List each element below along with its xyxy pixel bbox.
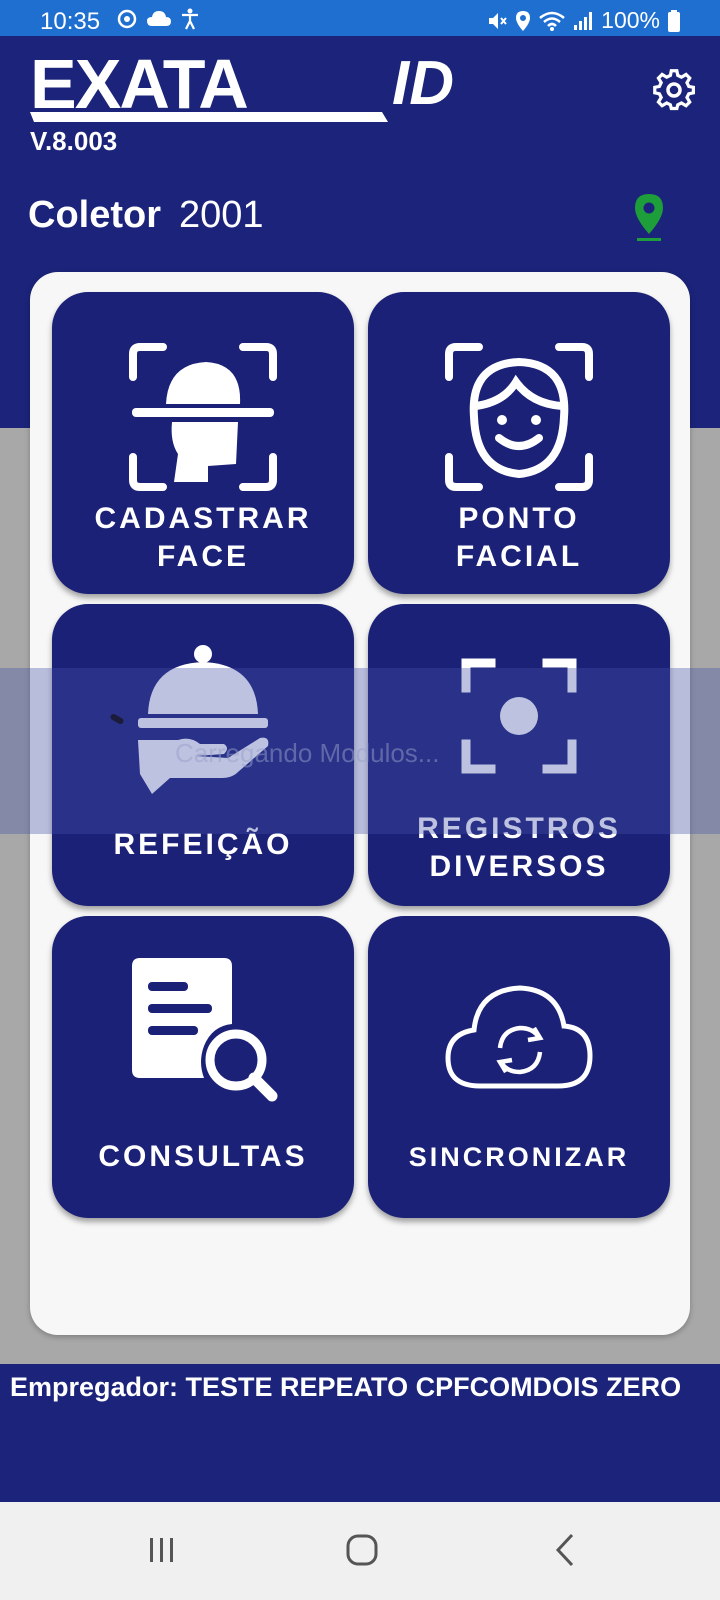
tile-ponto-facial[interactable]: PONTO FACIAL <box>368 292 670 594</box>
tile-ponto-facial-label-1: PONTO <box>458 502 580 535</box>
accessibility-icon <box>182 8 198 30</box>
tile-ponto-facial-label-2: FACIAL <box>455 540 583 573</box>
location-status-icon <box>516 10 531 31</box>
tile-cadastrar-face[interactable]: CADASTRAR FACE <box>52 292 354 594</box>
status-time: 10:35 <box>40 8 101 35</box>
face-scan-icon <box>52 292 354 492</box>
tile-consultas[interactable]: CONSULTAS <box>52 916 354 1218</box>
settings-gear-icon[interactable] <box>652 68 696 112</box>
tile-cadastrar-face-label-1: CADASTRAR <box>94 502 312 535</box>
battery-icon <box>668 9 680 32</box>
collector-info: Coletor 2001 <box>28 194 264 237</box>
exataid-logo: EXATA ID <box>30 46 454 123</box>
cloud-sync-icon <box>368 916 670 1092</box>
tile-cadastrar-face-label-2: FACE <box>156 540 249 573</box>
system-nav-bar <box>0 1502 720 1600</box>
tile-consultas-label: CONSULTAS <box>98 1140 308 1173</box>
back-icon[interactable] <box>546 1530 586 1570</box>
signal-icon <box>574 11 593 30</box>
tile-sincronizar[interactable]: SINCRONIZAR <box>368 916 670 1218</box>
loading-text: Carregando Modulos... <box>175 738 440 768</box>
app-version: V.8.003 <box>30 126 118 156</box>
employer-footer: Empregador: TESTE REPEATO CPFCOMDOIS ZER… <box>0 1364 720 1502</box>
mute-icon <box>489 12 507 29</box>
svg-text:ID: ID <box>392 49 454 118</box>
document-search-icon <box>52 916 354 1104</box>
location-pin-icon[interactable] <box>632 192 666 242</box>
collector-value: 2001 <box>179 194 264 236</box>
home-icon[interactable] <box>342 1530 382 1570</box>
battery-percent: 100% <box>601 7 660 33</box>
recent-apps-icon[interactable] <box>142 1530 182 1570</box>
status-right-icons: 100% <box>487 7 680 34</box>
cloud-status-icon <box>147 11 171 26</box>
employer-text: Empregador: TESTE REPEATO CPFCOMDOIS ZER… <box>10 1372 682 1402</box>
face-icon <box>368 292 670 492</box>
wifi-icon <box>539 11 565 31</box>
status-bar: 10:35 100% <box>0 0 720 36</box>
collector-label: Coletor <box>28 194 161 236</box>
tile-sincronizar-label: SINCRONIZAR <box>408 1142 630 1172</box>
status-left-icons <box>116 8 200 30</box>
tile-registros-diversos-label-2: DIVERSOS <box>429 850 609 883</box>
sync-status-icon <box>117 9 137 29</box>
svg-text:EXATA: EXATA <box>30 46 247 123</box>
